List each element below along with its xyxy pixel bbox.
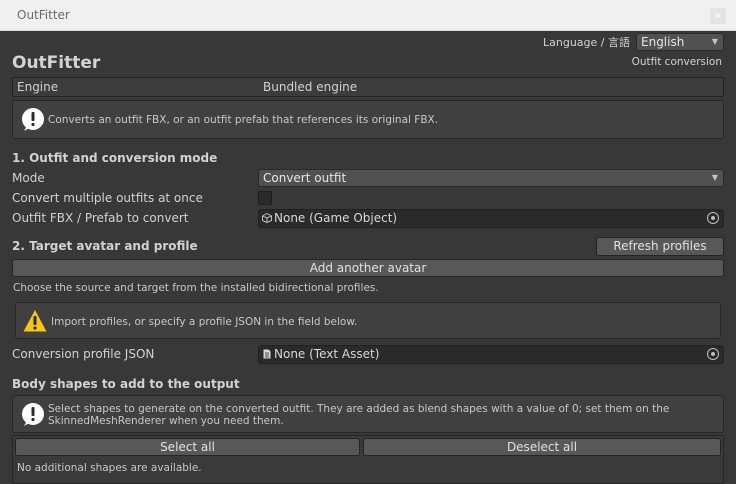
intro-help-box: Converts an outfit FBX, or an outfit pre… (12, 100, 724, 139)
deselect-all-button[interactable]: Deselect all (363, 438, 721, 456)
body-shapes-list: Select all Deselect all No additional sh… (12, 435, 724, 484)
chevron-down-icon: ▼ (711, 173, 718, 182)
language-value: English (641, 35, 685, 49)
editor-window: Language / 言語 English ▼ OutFitter Outfit… (8, 31, 728, 484)
mode-value: Convert outfit (263, 171, 347, 185)
info-icon (22, 403, 44, 426)
no-shapes-text: No additional shapes are available. (17, 462, 202, 474)
source-object-field[interactable]: None (Game Object) (258, 209, 724, 228)
body-shapes-help-line2: SkinnedMeshRenderer when you need them. (48, 415, 284, 427)
object-picker-icon[interactable] (707, 348, 719, 360)
body-shapes-help-box: Select shapes to generate on the convert… (12, 395, 724, 433)
profile-json-label: Conversion profile JSON (12, 347, 155, 361)
section1-title: 1. Outfit and conversion mode (12, 151, 218, 165)
engine-value: Bundled engine (263, 80, 358, 94)
mode-caption: Outfit conversion (631, 56, 722, 68)
app-title: OutFitter (12, 53, 101, 73)
warning-text: Import profiles, or specify a profile JS… (51, 316, 358, 328)
source-object-value: None (Game Object) (274, 211, 398, 225)
refresh-profiles-button[interactable]: Refresh profiles (596, 237, 724, 256)
body-shapes-help-line1: Select shapes to generate on the convert… (48, 403, 670, 415)
profile-json-field[interactable]: None (Text Asset) (258, 345, 724, 364)
select-all-button[interactable]: Select all (15, 438, 360, 456)
window-title: OutFitter (17, 8, 70, 22)
source-label: Outfit FBX / Prefab to convert (12, 211, 189, 225)
body-shapes-title: Body shapes to add to the output (12, 377, 240, 391)
language-dropdown[interactable]: English ▼ (636, 33, 724, 51)
profile-description: Choose the source and target from the in… (13, 282, 379, 294)
window-titlebar: OutFitter × (0, 0, 736, 31)
text-asset-icon (263, 349, 271, 359)
info-icon (22, 108, 44, 131)
warning-help-box: Import profiles, or specify a profile JS… (15, 302, 721, 339)
engine-row: Engine Bundled engine (12, 77, 724, 97)
mode-dropdown[interactable]: Convert outfit ▼ (258, 169, 724, 187)
close-icon[interactable]: × (710, 8, 726, 24)
intro-help-text: Converts an outfit FBX, or an outfit pre… (48, 114, 439, 126)
object-picker-icon[interactable] (707, 212, 719, 224)
mode-label: Mode (12, 171, 45, 185)
chevron-down-icon: ▼ (711, 37, 718, 46)
add-avatar-button[interactable]: Add another avatar (12, 259, 724, 277)
multi-convert-checkbox[interactable] (258, 191, 272, 205)
section2-title: 2. Target avatar and profile (12, 239, 198, 253)
game-object-icon (262, 213, 272, 223)
multi-convert-label: Convert multiple outfits at once (12, 191, 203, 205)
engine-label: Engine (17, 80, 59, 94)
warning-icon (23, 310, 47, 332)
language-label: Language / 言語 (543, 36, 630, 49)
profile-json-value: None (Text Asset) (274, 347, 380, 361)
